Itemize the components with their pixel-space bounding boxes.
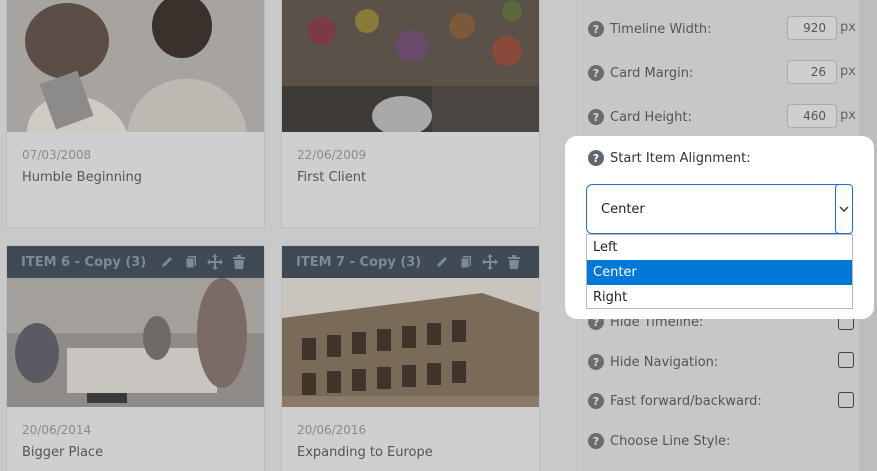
- copy-icon[interactable]: [457, 253, 475, 271]
- alignment-popup: ? Start Item Alignment: Center Left Cent…: [565, 136, 874, 319]
- card-title: Expanding to Europe: [297, 445, 433, 460]
- card-title: Humble Beginning: [22, 170, 143, 185]
- trash-icon[interactable]: [230, 253, 248, 271]
- card-image: [7, 0, 264, 132]
- card-date: 20/06/2014: [22, 423, 92, 437]
- help-icon[interactable]: ?: [588, 21, 604, 37]
- alignment-selected-value: Center: [601, 202, 645, 217]
- timeline-card[interactable]: 07/03/2008 Humble Beginning: [6, 0, 265, 228]
- help-icon[interactable]: ?: [588, 433, 604, 449]
- hide-navigation-checkbox[interactable]: [838, 352, 854, 368]
- pencil-icon[interactable]: [158, 253, 176, 271]
- card-date: 20/06/2016: [297, 423, 367, 437]
- timeline-width-unit: px: [840, 20, 856, 35]
- help-icon[interactable]: ?: [588, 393, 604, 409]
- card-title: First Client: [297, 170, 367, 185]
- card-height-unit: px: [840, 108, 856, 123]
- card-height-label: Card Height:: [610, 109, 692, 125]
- alignment-option-right[interactable]: Right: [587, 285, 852, 310]
- timeline-card[interactable]: ITEM 7 - Copy (3) 20/06/2016 Expanding t…: [281, 245, 540, 471]
- alignment-row: ? Start Item Alignment:: [588, 150, 751, 166]
- fast-forward-checkbox[interactable]: [838, 392, 854, 408]
- card-image: [282, 0, 539, 132]
- chevron-down-icon[interactable]: [835, 184, 853, 234]
- hide-navigation-row: ? Hide Navigation:: [588, 354, 718, 370]
- line-style-row: ? Choose Line Style:: [588, 433, 730, 449]
- help-icon[interactable]: ?: [588, 65, 604, 81]
- card-date: 07/03/2008: [22, 148, 92, 162]
- card-date: 22/06/2009: [297, 148, 367, 162]
- card-margin-row: ? Card Margin:: [588, 65, 693, 81]
- fast-forward-label: Fast forward/backward:: [610, 393, 762, 409]
- alignment-option-left[interactable]: Left: [587, 235, 852, 260]
- card-image: [282, 278, 539, 407]
- card-margin-input[interactable]: 26: [787, 60, 837, 84]
- fast-forward-row: ? Fast forward/backward:: [588, 393, 762, 409]
- timeline-width-input[interactable]: 920: [787, 16, 837, 40]
- hide-navigation-label: Hide Navigation:: [610, 354, 719, 370]
- alignment-options-list: Left Center Right: [586, 234, 853, 309]
- alignment-select[interactable]: Center: [586, 184, 853, 234]
- line-style-label: Choose Line Style:: [610, 433, 731, 449]
- help-icon[interactable]: ?: [588, 150, 604, 166]
- move-icon[interactable]: [206, 253, 224, 271]
- pencil-icon[interactable]: [433, 253, 451, 271]
- help-icon[interactable]: ?: [588, 354, 604, 370]
- alignment-option-center[interactable]: Center: [587, 260, 852, 285]
- card-header-title: ITEM 7 - Copy (3): [296, 254, 422, 270]
- help-icon[interactable]: ?: [588, 109, 604, 125]
- timeline-width-row: ? Timeline Width:: [588, 21, 712, 37]
- card-title: Bigger Place: [22, 445, 104, 460]
- alignment-label: Start Item Alignment:: [610, 150, 751, 166]
- timeline-card[interactable]: 22/06/2009 First Client: [281, 0, 540, 228]
- card-image: [7, 278, 264, 407]
- timeline-card[interactable]: ITEM 6 - Copy (3) 20/06/2014 Bigger Plac…: [6, 245, 265, 471]
- trash-icon[interactable]: [505, 253, 523, 271]
- copy-icon[interactable]: [182, 253, 200, 271]
- card-height-row: ? Card Height:: [588, 109, 692, 125]
- card-header-title: ITEM 6 - Copy (3): [21, 254, 147, 270]
- card-header: ITEM 6 - Copy (3): [7, 246, 264, 278]
- cards-area: 07/03/2008 Humble Beginning 22/06/2009 F…: [0, 0, 575, 471]
- card-height-input[interactable]: 460: [787, 104, 837, 128]
- move-icon[interactable]: [481, 253, 499, 271]
- timeline-width-label: Timeline Width:: [610, 21, 712, 37]
- card-margin-unit: px: [840, 64, 856, 79]
- card-margin-label: Card Margin:: [610, 65, 694, 81]
- card-header: ITEM 7 - Copy (3): [282, 246, 539, 278]
